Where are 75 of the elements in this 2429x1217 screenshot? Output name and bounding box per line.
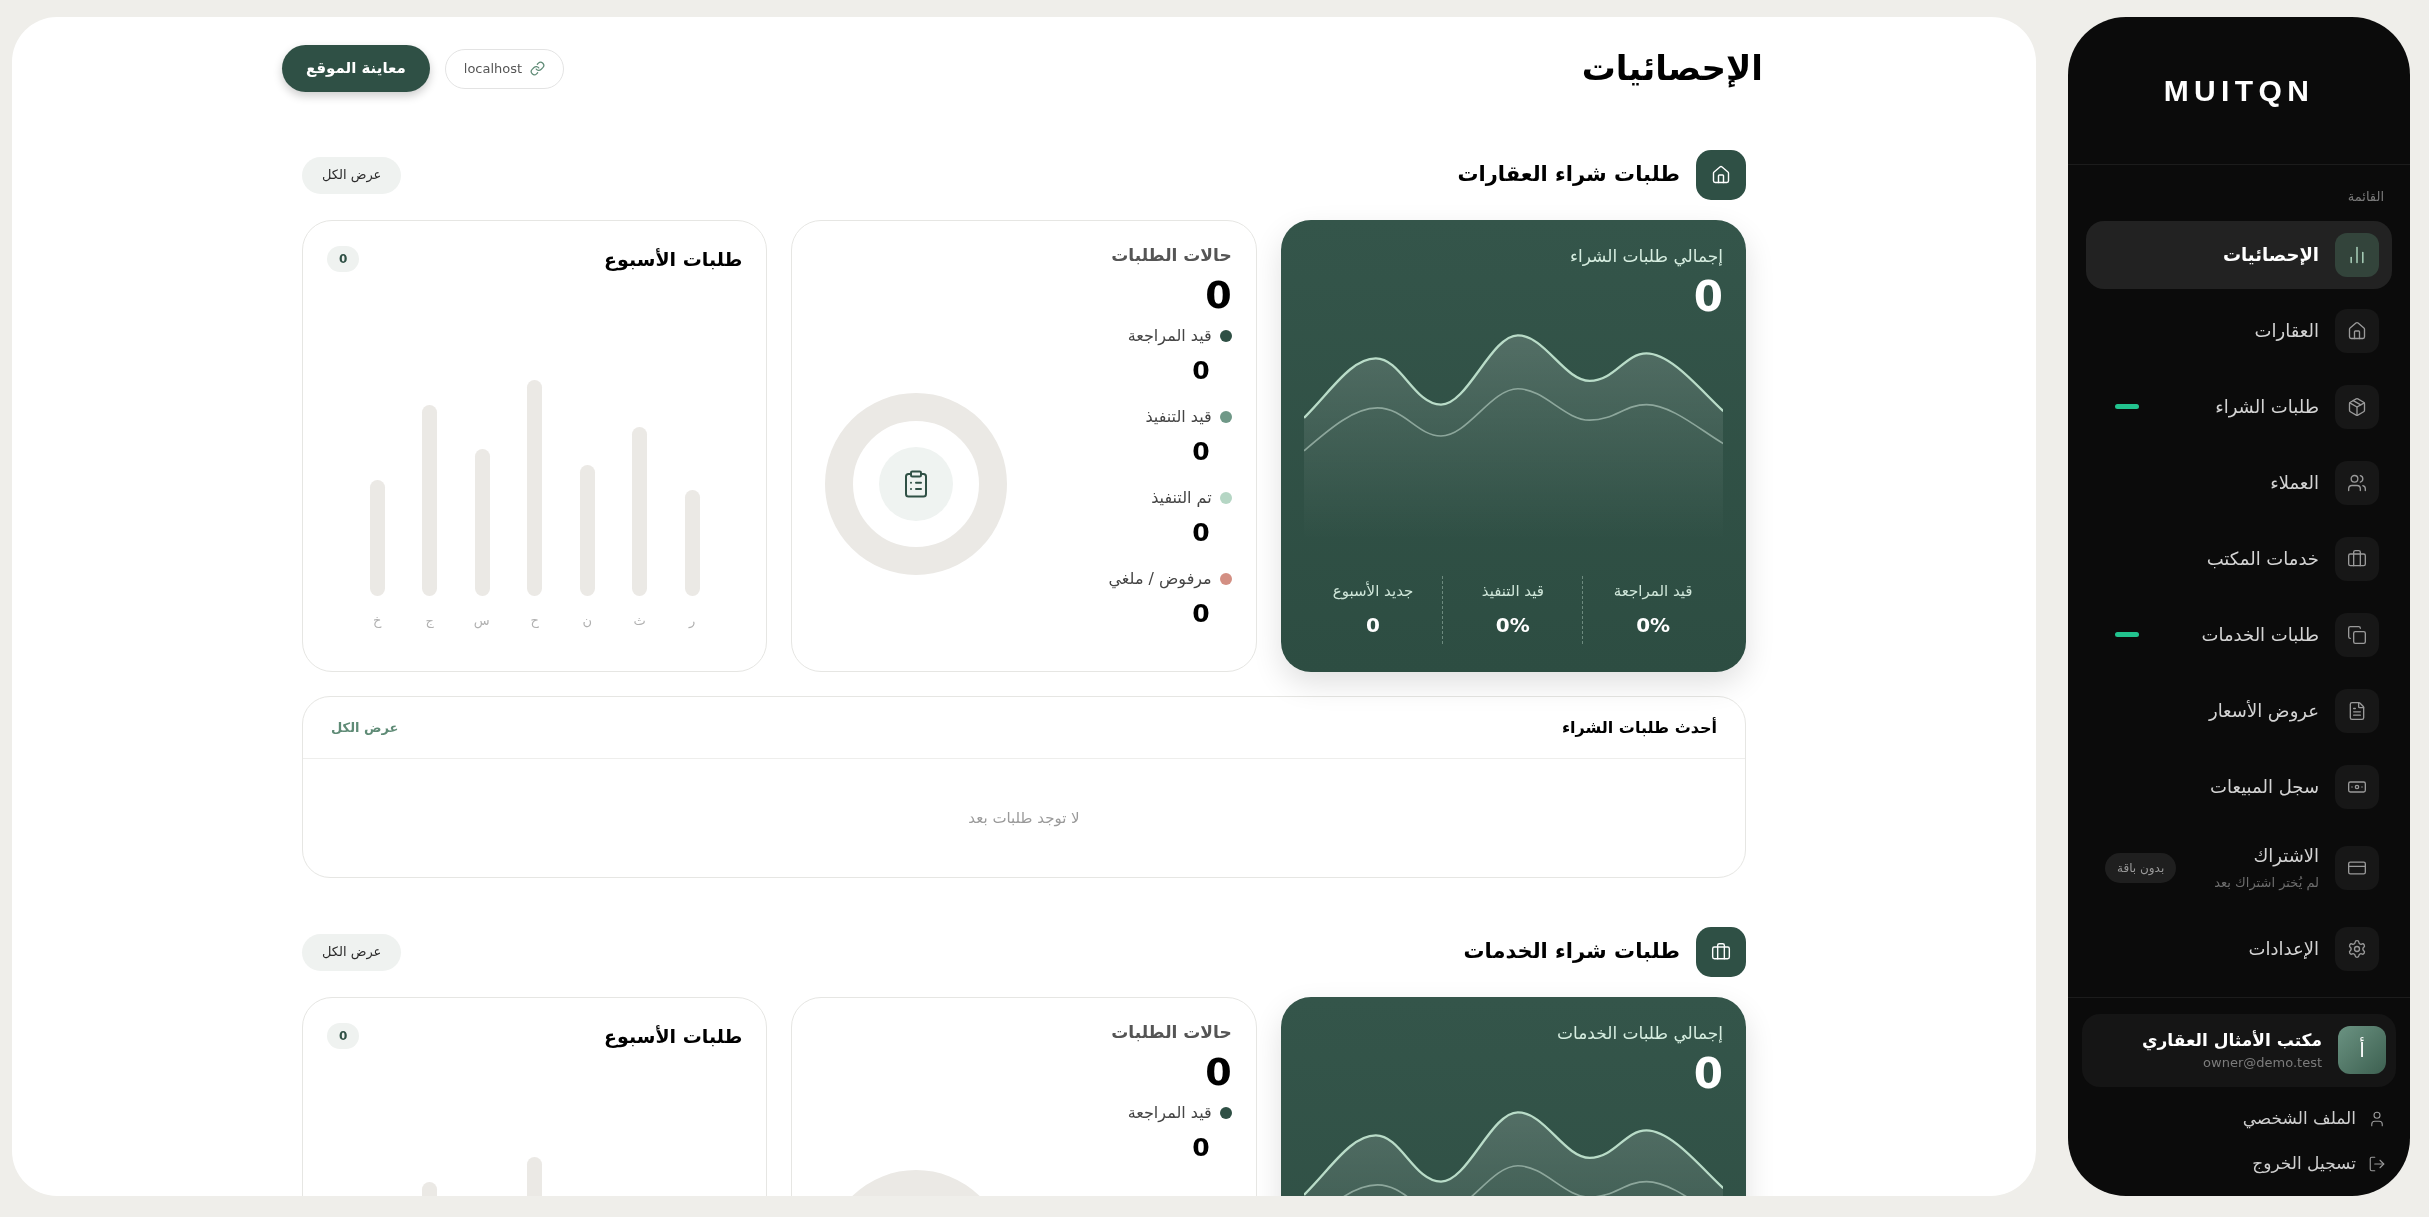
nav-label: الإحصائيات [2223, 243, 2319, 267]
card-title: حالات الطلبات [1111, 244, 1232, 267]
day-label: خ [372, 612, 383, 630]
page-title: الإحصائيات [1581, 47, 1763, 90]
card-title: إجمالي طلبات الخدمات [1557, 1022, 1723, 1046]
total-value: 0 [1693, 273, 1723, 320]
nav-item[interactable]: طلبات الشراء [2086, 372, 2392, 441]
stat-value: 0% [1495, 612, 1530, 639]
nav-item[interactable]: الاشتراك لم يُختر اشتراك بعد بدون باقة [2086, 828, 2392, 907]
nav-label: سجل المبيعات [2210, 775, 2319, 799]
status-value: 0 [1192, 436, 1210, 469]
count-badge: 0 [327, 246, 360, 273]
menu-heading: القائمة [2347, 188, 2384, 206]
status-value: 0 [1192, 355, 1210, 388]
footer-link[interactable]: الملف الشخصي [2242, 1098, 2386, 1139]
section-title: طلبات شراء الخدمات [1463, 938, 1680, 966]
section-title: طلبات شراء العقارات [1457, 161, 1680, 189]
nav-item[interactable]: الإعدادات [2086, 914, 2392, 983]
card-title: طلبات الأسبوع [604, 1024, 743, 1050]
day-label: ج [424, 612, 435, 630]
nav-label: الاشتراك [2253, 844, 2319, 869]
day-label: ن [581, 612, 593, 630]
view-all-link[interactable]: عرض الكل [331, 717, 399, 738]
count-badge: 0 [327, 1023, 360, 1050]
preview-button[interactable]: معاينة الموقع [282, 45, 430, 92]
avatar: أ [2338, 1026, 2386, 1074]
nav-label: العملاء [2270, 471, 2319, 495]
user-email: owner@demo.test [2203, 1054, 2322, 1072]
empty-message: لا توجد طلبات بعد [968, 807, 1080, 829]
status-total: 0 [1205, 1049, 1232, 1096]
nav-label: الإعدادات [2248, 937, 2319, 961]
status-label: قيد المراجعة [1127, 1102, 1212, 1125]
stat-value: 0 [1366, 612, 1381, 639]
card-title: إجمالي طلبات الشراء [1569, 245, 1723, 269]
nav-label: عروض الأسعار [2208, 699, 2319, 724]
nav-item[interactable]: خدمات المكتب [2086, 524, 2392, 593]
status-label: قيد التنفيذ [1145, 406, 1212, 429]
view-all-button[interactable]: عرض الكل [302, 156, 402, 194]
view-all-button[interactable]: عرض الكل [302, 933, 402, 971]
day-label: ر [687, 612, 697, 630]
nav-label: خدمات المكتب [2206, 547, 2319, 571]
day-label: س [474, 612, 490, 631]
status-value: 0 [1192, 1132, 1210, 1165]
card-title: حالات الطلبات [1111, 1021, 1232, 1044]
status-label: تم التنفيذ [1151, 487, 1212, 510]
link-label: تسجيل الخروج [2252, 1151, 2356, 1176]
card-title: طلبات الأسبوع [604, 247, 743, 273]
footer-link[interactable]: تسجيل الخروج [2252, 1143, 2386, 1184]
total-value: 0 [1693, 1050, 1723, 1097]
nav-label: طلبات الشراء [2215, 395, 2319, 420]
brand-logo: MUITQN [2163, 73, 2315, 109]
stat-value: 0% [1636, 612, 1671, 639]
nav-label: طلبات الخدمات [2201, 623, 2319, 647]
stat-label: جديد الأسبوع [1332, 580, 1414, 602]
status-total: 0 [1205, 272, 1232, 319]
stat-label: قيد المراجعة [1613, 580, 1693, 602]
day-label: ح [529, 612, 540, 630]
status-label: قيد المراجعة [1127, 325, 1212, 348]
status-value: 0 [1192, 517, 1210, 550]
user-name: مكتب الأمثال العقاري [2141, 1028, 2322, 1053]
day-label: ث [632, 612, 647, 630]
status-value: 0 [1192, 598, 1210, 631]
nav-item[interactable]: العقارات [2086, 296, 2392, 365]
stat-label: قيد التنفيذ [1481, 580, 1544, 602]
nav-item[interactable]: العملاء [2086, 448, 2392, 517]
nav-label: العقارات [2254, 319, 2319, 343]
plan-tag: بدون باقة [2105, 852, 2177, 883]
nav-subtitle: لم يُختر اشتراك بعد [2214, 874, 2319, 893]
link-label: الملف الشخصي [2242, 1106, 2356, 1131]
nav-item[interactable]: عروض الأسعار [2086, 676, 2392, 745]
status-label: مرفوض / ملغي [1108, 568, 1212, 591]
nav-item[interactable]: سجل المبيعات [2086, 752, 2392, 821]
nav-item[interactable]: الإحصائيات [2086, 220, 2392, 289]
panel-title: أحدث طلبات الشراء [1561, 716, 1717, 739]
nav-item[interactable]: طلبات الخدمات [2086, 600, 2392, 669]
